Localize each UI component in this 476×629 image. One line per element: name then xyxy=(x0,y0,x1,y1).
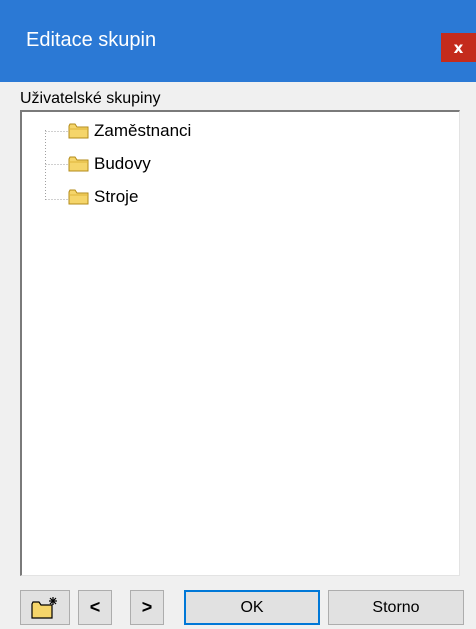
folder-icon xyxy=(68,189,89,205)
previous-button-label: < xyxy=(89,597,101,617)
cancel-button[interactable]: Storno xyxy=(328,590,464,625)
previous-button[interactable]: < xyxy=(78,590,112,625)
window-title: Editace skupin xyxy=(26,29,157,51)
groups-tree[interactable]: Zaměstnanci Budovy Stroje xyxy=(20,110,460,576)
new-folder-icon xyxy=(31,596,57,619)
new-group-button[interactable] xyxy=(20,590,70,625)
ok-button-label: OK xyxy=(240,598,264,616)
folder-icon xyxy=(68,156,89,172)
title-bar[interactable]: Editace skupin x xyxy=(0,0,476,82)
tree-item-zamestnanci[interactable]: Zaměstnanci xyxy=(68,120,191,142)
groups-label: Uživatelské skupiny xyxy=(20,90,161,107)
folder-icon xyxy=(68,123,89,139)
close-icon: x xyxy=(453,38,464,57)
next-button[interactable]: > xyxy=(130,590,164,625)
ok-button[interactable]: OK xyxy=(184,590,320,625)
close-button[interactable]: x xyxy=(441,33,476,62)
tree-item-label: Budovy xyxy=(94,154,151,173)
tree-item-stroje[interactable]: Stroje xyxy=(68,186,138,208)
next-button-label: > xyxy=(141,597,153,617)
cancel-button-label: Storno xyxy=(372,598,420,616)
tree-item-budovy[interactable]: Budovy xyxy=(68,153,151,175)
tree-item-label: Stroje xyxy=(94,187,139,206)
tree-item-label: Zaměstnanci xyxy=(94,121,192,140)
dialog-window: Editace skupin x Uživatelské skupiny Zam… xyxy=(0,0,476,629)
